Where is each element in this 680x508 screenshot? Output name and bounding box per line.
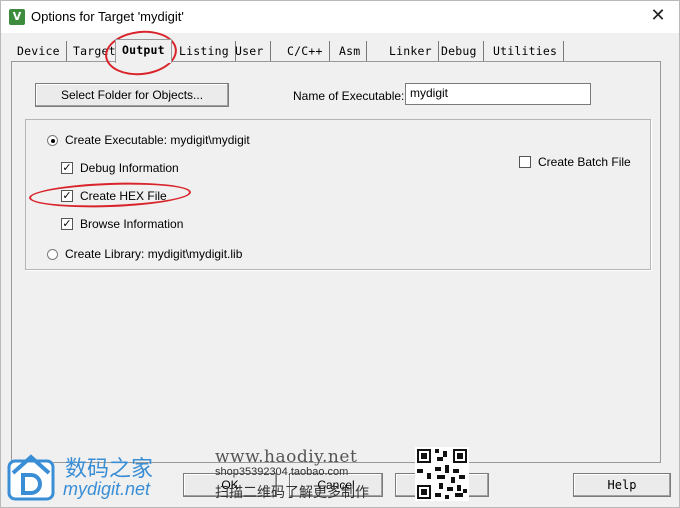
- options-dialog: V Options for Target 'mydigit' ✕ Device …: [0, 0, 680, 508]
- tab-device[interactable]: Device: [11, 41, 67, 61]
- select-folder-button[interactable]: Select Folder for Objects...: [35, 83, 229, 107]
- browse-information-label: Browse Information: [80, 217, 184, 231]
- create-batch-file-label: Create Batch File: [538, 155, 631, 169]
- close-icon[interactable]: ✕: [647, 5, 669, 27]
- create-hex-checkbox[interactable]: ✓: [61, 190, 73, 202]
- tab-listing[interactable]: Listing: [173, 41, 236, 61]
- tab-cpp[interactable]: C/C++: [281, 41, 330, 61]
- debug-information-checkbox[interactable]: ✓: [61, 162, 73, 174]
- tab-strip: Device Target Output Listing User C/C++ …: [11, 39, 661, 63]
- browse-information-option[interactable]: ✓ Browse Information: [61, 217, 183, 231]
- create-batch-file-option[interactable]: Create Batch File: [519, 155, 631, 169]
- watermark-scan-text: 扫描二维码了解更多制作: [215, 485, 369, 501]
- name-of-executable-label: Name of Executable:: [293, 89, 405, 103]
- create-executable-option[interactable]: Create Executable: mydigit\mydigit: [47, 133, 250, 147]
- create-batch-file-checkbox[interactable]: [519, 156, 531, 168]
- tab-output[interactable]: Output: [115, 39, 172, 63]
- tab-user[interactable]: User: [229, 41, 271, 61]
- tab-utilities[interactable]: Utilities: [487, 41, 565, 61]
- watermark-site: www.haodiy.net: [215, 447, 358, 467]
- debug-information-label: Debug Information: [80, 161, 179, 175]
- create-library-option[interactable]: Create Library: mydigit\mydigit.lib: [47, 247, 242, 261]
- mydigit-logo-icon: [7, 454, 55, 501]
- keil-app-icon: V: [9, 9, 25, 25]
- qr-code-icon: [415, 447, 469, 501]
- create-executable-radio[interactable]: [47, 134, 58, 146]
- watermark-brand-en: mydigit.net: [63, 479, 151, 499]
- create-hex-label: Create HEX File: [80, 189, 167, 203]
- browse-information-checkbox[interactable]: ✓: [61, 218, 73, 230]
- tab-debug[interactable]: Debug: [435, 41, 484, 61]
- tab-asm[interactable]: Asm: [333, 41, 368, 61]
- watermark-shop: shop35392304.taobao.com: [215, 466, 349, 478]
- title-bar: V Options for Target 'mydigit' ✕: [1, 1, 679, 33]
- tab-linker[interactable]: Linker: [383, 41, 439, 61]
- create-library-label: Create Library: mydigit\mydigit.lib: [65, 247, 243, 261]
- help-button[interactable]: Help: [573, 473, 671, 497]
- name-of-executable-input[interactable]: mydigit: [405, 83, 591, 105]
- create-executable-label: Create Executable: mydigit\mydigit: [65, 133, 250, 147]
- create-library-radio[interactable]: [47, 248, 58, 260]
- debug-information-option[interactable]: ✓ Debug Information: [61, 161, 179, 175]
- window-title: Options for Target 'mydigit': [31, 9, 184, 24]
- create-hex-option[interactable]: ✓ Create HEX File: [61, 189, 167, 203]
